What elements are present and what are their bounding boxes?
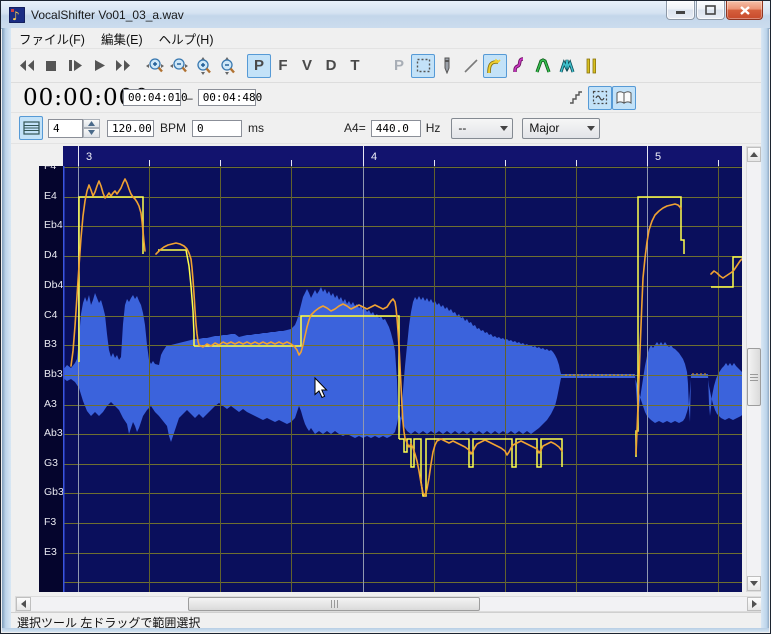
spin-up-icon[interactable]: [83, 118, 100, 128]
note-label: Bb3: [44, 368, 63, 380]
scale-dropdown[interactable]: Major: [522, 117, 601, 139]
view-dynamics-button[interactable]: D: [319, 54, 343, 78]
a4-field[interactable]: 440.0: [370, 119, 421, 137]
view-time-button[interactable]: T: [343, 54, 367, 78]
pitch-editor-canvas[interactable]: [63, 166, 742, 592]
window-frame-bottom: [2, 628, 769, 632]
note-label: B3: [44, 338, 57, 350]
note-label: F4: [44, 166, 57, 172]
spin-down-icon[interactable]: [83, 128, 100, 138]
close-button[interactable]: [726, 1, 763, 20]
title-bar[interactable]: ♪ VocalShifter Vo01_03_a.wav: [1, 1, 770, 29]
note-label: Ab3: [44, 427, 63, 439]
note-label: Gb3: [44, 486, 63, 498]
editor-area: F4 E4 Eb4 D4 Db4 C4 B3 Bb3 A3 Ab3 G3 Gb3 F3 E3 3 4 5: [11, 144, 761, 594]
menu-file[interactable]: ファイル(F): [11, 28, 93, 48]
stop-button[interactable]: [39, 54, 63, 78]
line-tool-icon[interactable]: [459, 54, 483, 78]
bpm-label: BPM: [160, 121, 187, 135]
fast-forward-button[interactable]: [111, 54, 135, 78]
view-pitch-button[interactable]: P: [247, 53, 271, 78]
window-frame-right: [761, 28, 769, 632]
ms-label: ms: [248, 121, 265, 135]
menu-help[interactable]: ヘルプ(H): [151, 28, 222, 48]
step-line-icon[interactable]: [564, 86, 588, 110]
play-from-cursor-button[interactable]: [63, 54, 87, 78]
time-row: 00:00:000 00:04:010 – 00:04:480: [11, 83, 761, 113]
horizontal-scroll-thumb[interactable]: [188, 597, 480, 611]
pitch-curve-tool-icon[interactable]: [483, 53, 507, 78]
note-label: Db4: [44, 279, 63, 291]
app-icon: ♪: [8, 6, 26, 23]
app-window: ♪ VocalShifter Vo01_03_a.wav ファイル(F) 編集(…: [0, 0, 771, 634]
peak-green-tool-icon[interactable]: [531, 54, 555, 78]
toolbar: P F V D T P: [11, 49, 761, 83]
zoom-out-vertical-icon[interactable]: [215, 54, 239, 78]
wave-select-box-icon[interactable]: [587, 85, 612, 110]
note-label: G3: [44, 457, 59, 469]
control-row: 4 120.00 BPM 0 ms A4= 440.0 Hz -- Major: [11, 113, 761, 144]
scroll-up-icon[interactable]: [747, 147, 761, 162]
bpm-field[interactable]: 120.00: [107, 119, 154, 137]
measure-number: 3: [86, 151, 92, 163]
view-p-disabled-button: P: [393, 57, 404, 74]
note-label: Eb4: [44, 219, 63, 231]
note-label: E4: [44, 190, 57, 202]
play-button[interactable]: [87, 54, 111, 78]
key-dropdown[interactable]: --: [451, 117, 514, 139]
s-curve-tool-icon[interactable]: [507, 54, 531, 78]
timeline-ruler[interactable]: 3 4 5: [63, 146, 742, 167]
peak-cyan-tool-icon[interactable]: [555, 54, 579, 78]
measure-number: 5: [655, 151, 661, 163]
measure-number: 4: [371, 151, 377, 163]
note-label-column: F4 E4 Eb4 D4 Db4 C4 B3 Bb3 A3 Ab3 G3 Gb3 F3 E3: [39, 166, 63, 592]
parallel-bars-tool-icon[interactable]: [579, 54, 603, 78]
note-label: F3: [44, 516, 57, 528]
beats-spinner[interactable]: 4: [48, 118, 100, 138]
maximize-button[interactable]: [696, 1, 725, 20]
range-dash: –: [186, 90, 193, 105]
vertical-scroll-thumb[interactable]: [747, 348, 761, 406]
minimize-button[interactable]: [666, 1, 695, 20]
view-formant-button[interactable]: F: [271, 54, 295, 78]
menu-edit[interactable]: 編集(E): [93, 28, 151, 48]
note-label: D4: [44, 249, 58, 261]
note-label: C4: [44, 309, 58, 321]
rewind-button[interactable]: [15, 54, 39, 78]
scroll-right-icon[interactable]: [747, 597, 762, 611]
view-volume-button[interactable]: V: [295, 54, 319, 78]
vertical-scrollbar[interactable]: [746, 146, 761, 592]
beats-field[interactable]: 4: [48, 118, 83, 138]
scroll-left-icon[interactable]: [16, 597, 31, 611]
zoom-in-horizontal-icon[interactable]: [143, 54, 167, 78]
zoom-in-vertical-icon[interactable]: [191, 54, 215, 78]
hz-label: Hz: [425, 121, 441, 135]
offset-field[interactable]: 0: [192, 119, 243, 137]
selection-start-field[interactable]: 00:04:010: [123, 89, 188, 106]
a4-label: A4=: [344, 121, 366, 135]
zoom-out-horizontal-icon[interactable]: [167, 54, 191, 78]
beat-grid-button[interactable]: [19, 116, 43, 140]
scroll-down-icon[interactable]: [747, 576, 761, 591]
horizontal-scrollbar[interactable]: [15, 596, 763, 612]
window-frame-left: [2, 28, 11, 632]
select-rect-tool-icon[interactable]: [411, 53, 435, 78]
open-book-icon[interactable]: [611, 85, 636, 110]
note-label: A3: [44, 398, 57, 410]
chevron-down-icon: [587, 125, 596, 131]
chevron-down-icon: [500, 125, 509, 131]
menu-bar: ファイル(F) 編集(E) ヘルプ(H): [11, 28, 761, 49]
window-title: VocalShifter Vo01_03_a.wav: [31, 8, 184, 22]
note-label: E3: [44, 546, 57, 558]
current-time-display: 00:00:000: [23, 84, 150, 111]
pen-tool-icon[interactable]: [435, 54, 459, 78]
selection-end-field[interactable]: 00:04:480: [197, 89, 262, 106]
